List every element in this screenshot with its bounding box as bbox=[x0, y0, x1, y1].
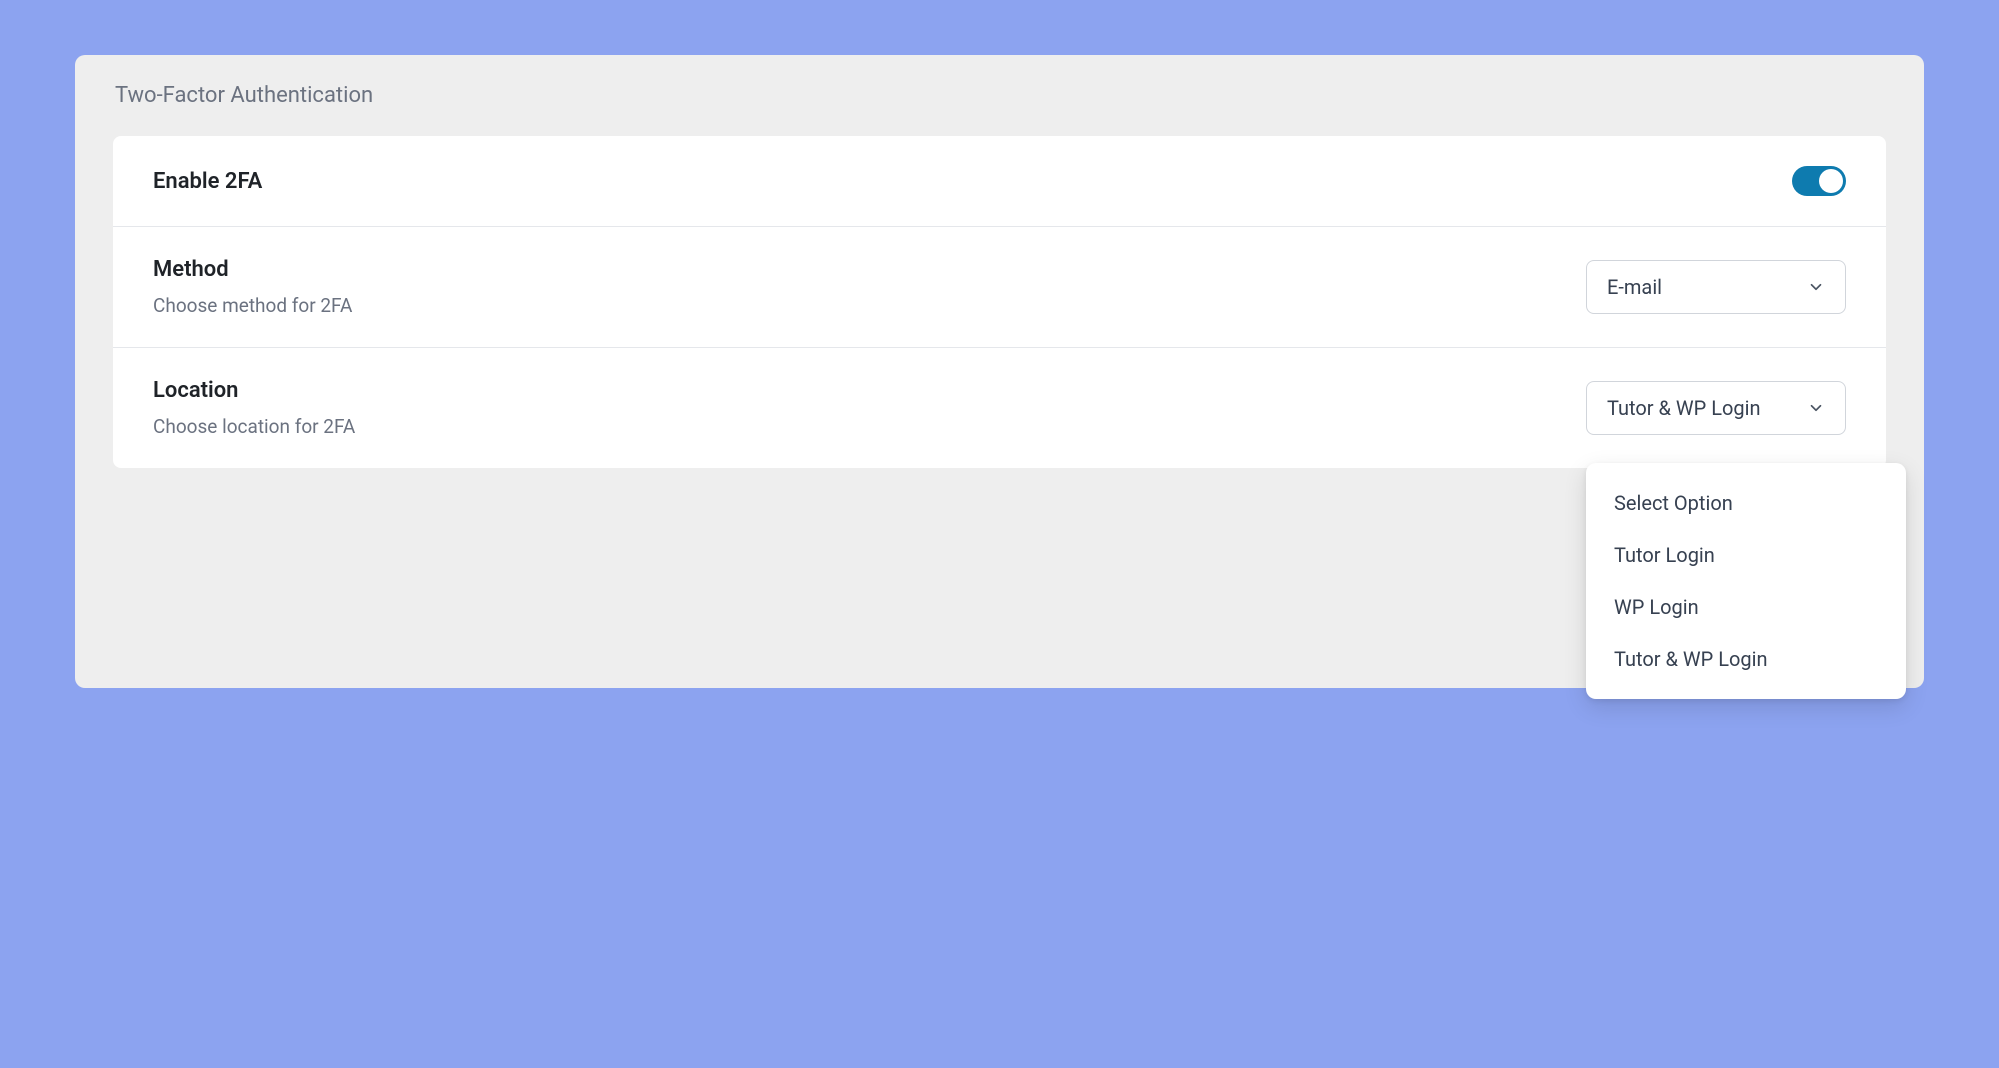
settings-panel: Two-Factor Authentication Enable 2FA Met… bbox=[75, 55, 1924, 688]
location-option-tutor-wp-login[interactable]: Tutor & WP Login bbox=[1586, 633, 1906, 685]
chevron-down-icon bbox=[1807, 399, 1825, 417]
row-enable-text: Enable 2FA bbox=[153, 169, 262, 194]
settings-card: Enable 2FA Method Choose method for 2FA … bbox=[113, 136, 1886, 468]
toggle-knob bbox=[1819, 169, 1843, 193]
enable-2fa-label: Enable 2FA bbox=[153, 169, 262, 194]
location-option-wp-login[interactable]: WP Login bbox=[1586, 581, 1906, 633]
method-select[interactable]: E-mail bbox=[1586, 260, 1846, 314]
enable-2fa-toggle[interactable] bbox=[1792, 166, 1846, 196]
method-label: Method bbox=[153, 257, 352, 282]
row-enable-2fa: Enable 2FA bbox=[113, 136, 1886, 227]
location-label: Location bbox=[153, 378, 355, 403]
location-description: Choose location for 2FA bbox=[153, 415, 355, 438]
row-location: Location Choose location for 2FA Tutor &… bbox=[113, 348, 1886, 468]
row-method: Method Choose method for 2FA E-mail bbox=[113, 227, 1886, 348]
location-select[interactable]: Tutor & WP Login bbox=[1586, 381, 1846, 435]
method-select-value: E-mail bbox=[1607, 275, 1662, 299]
location-dropdown: Select Option Tutor Login WP Login Tutor… bbox=[1586, 463, 1906, 699]
location-option-tutor-login[interactable]: Tutor Login bbox=[1586, 529, 1906, 581]
chevron-down-icon bbox=[1807, 278, 1825, 296]
location-option-select-option[interactable]: Select Option bbox=[1586, 477, 1906, 529]
row-method-text: Method Choose method for 2FA bbox=[153, 257, 352, 317]
row-location-text: Location Choose location for 2FA bbox=[153, 378, 355, 438]
method-description: Choose method for 2FA bbox=[153, 294, 352, 317]
panel-title: Two-Factor Authentication bbox=[115, 83, 1886, 108]
location-select-value: Tutor & WP Login bbox=[1607, 396, 1761, 420]
